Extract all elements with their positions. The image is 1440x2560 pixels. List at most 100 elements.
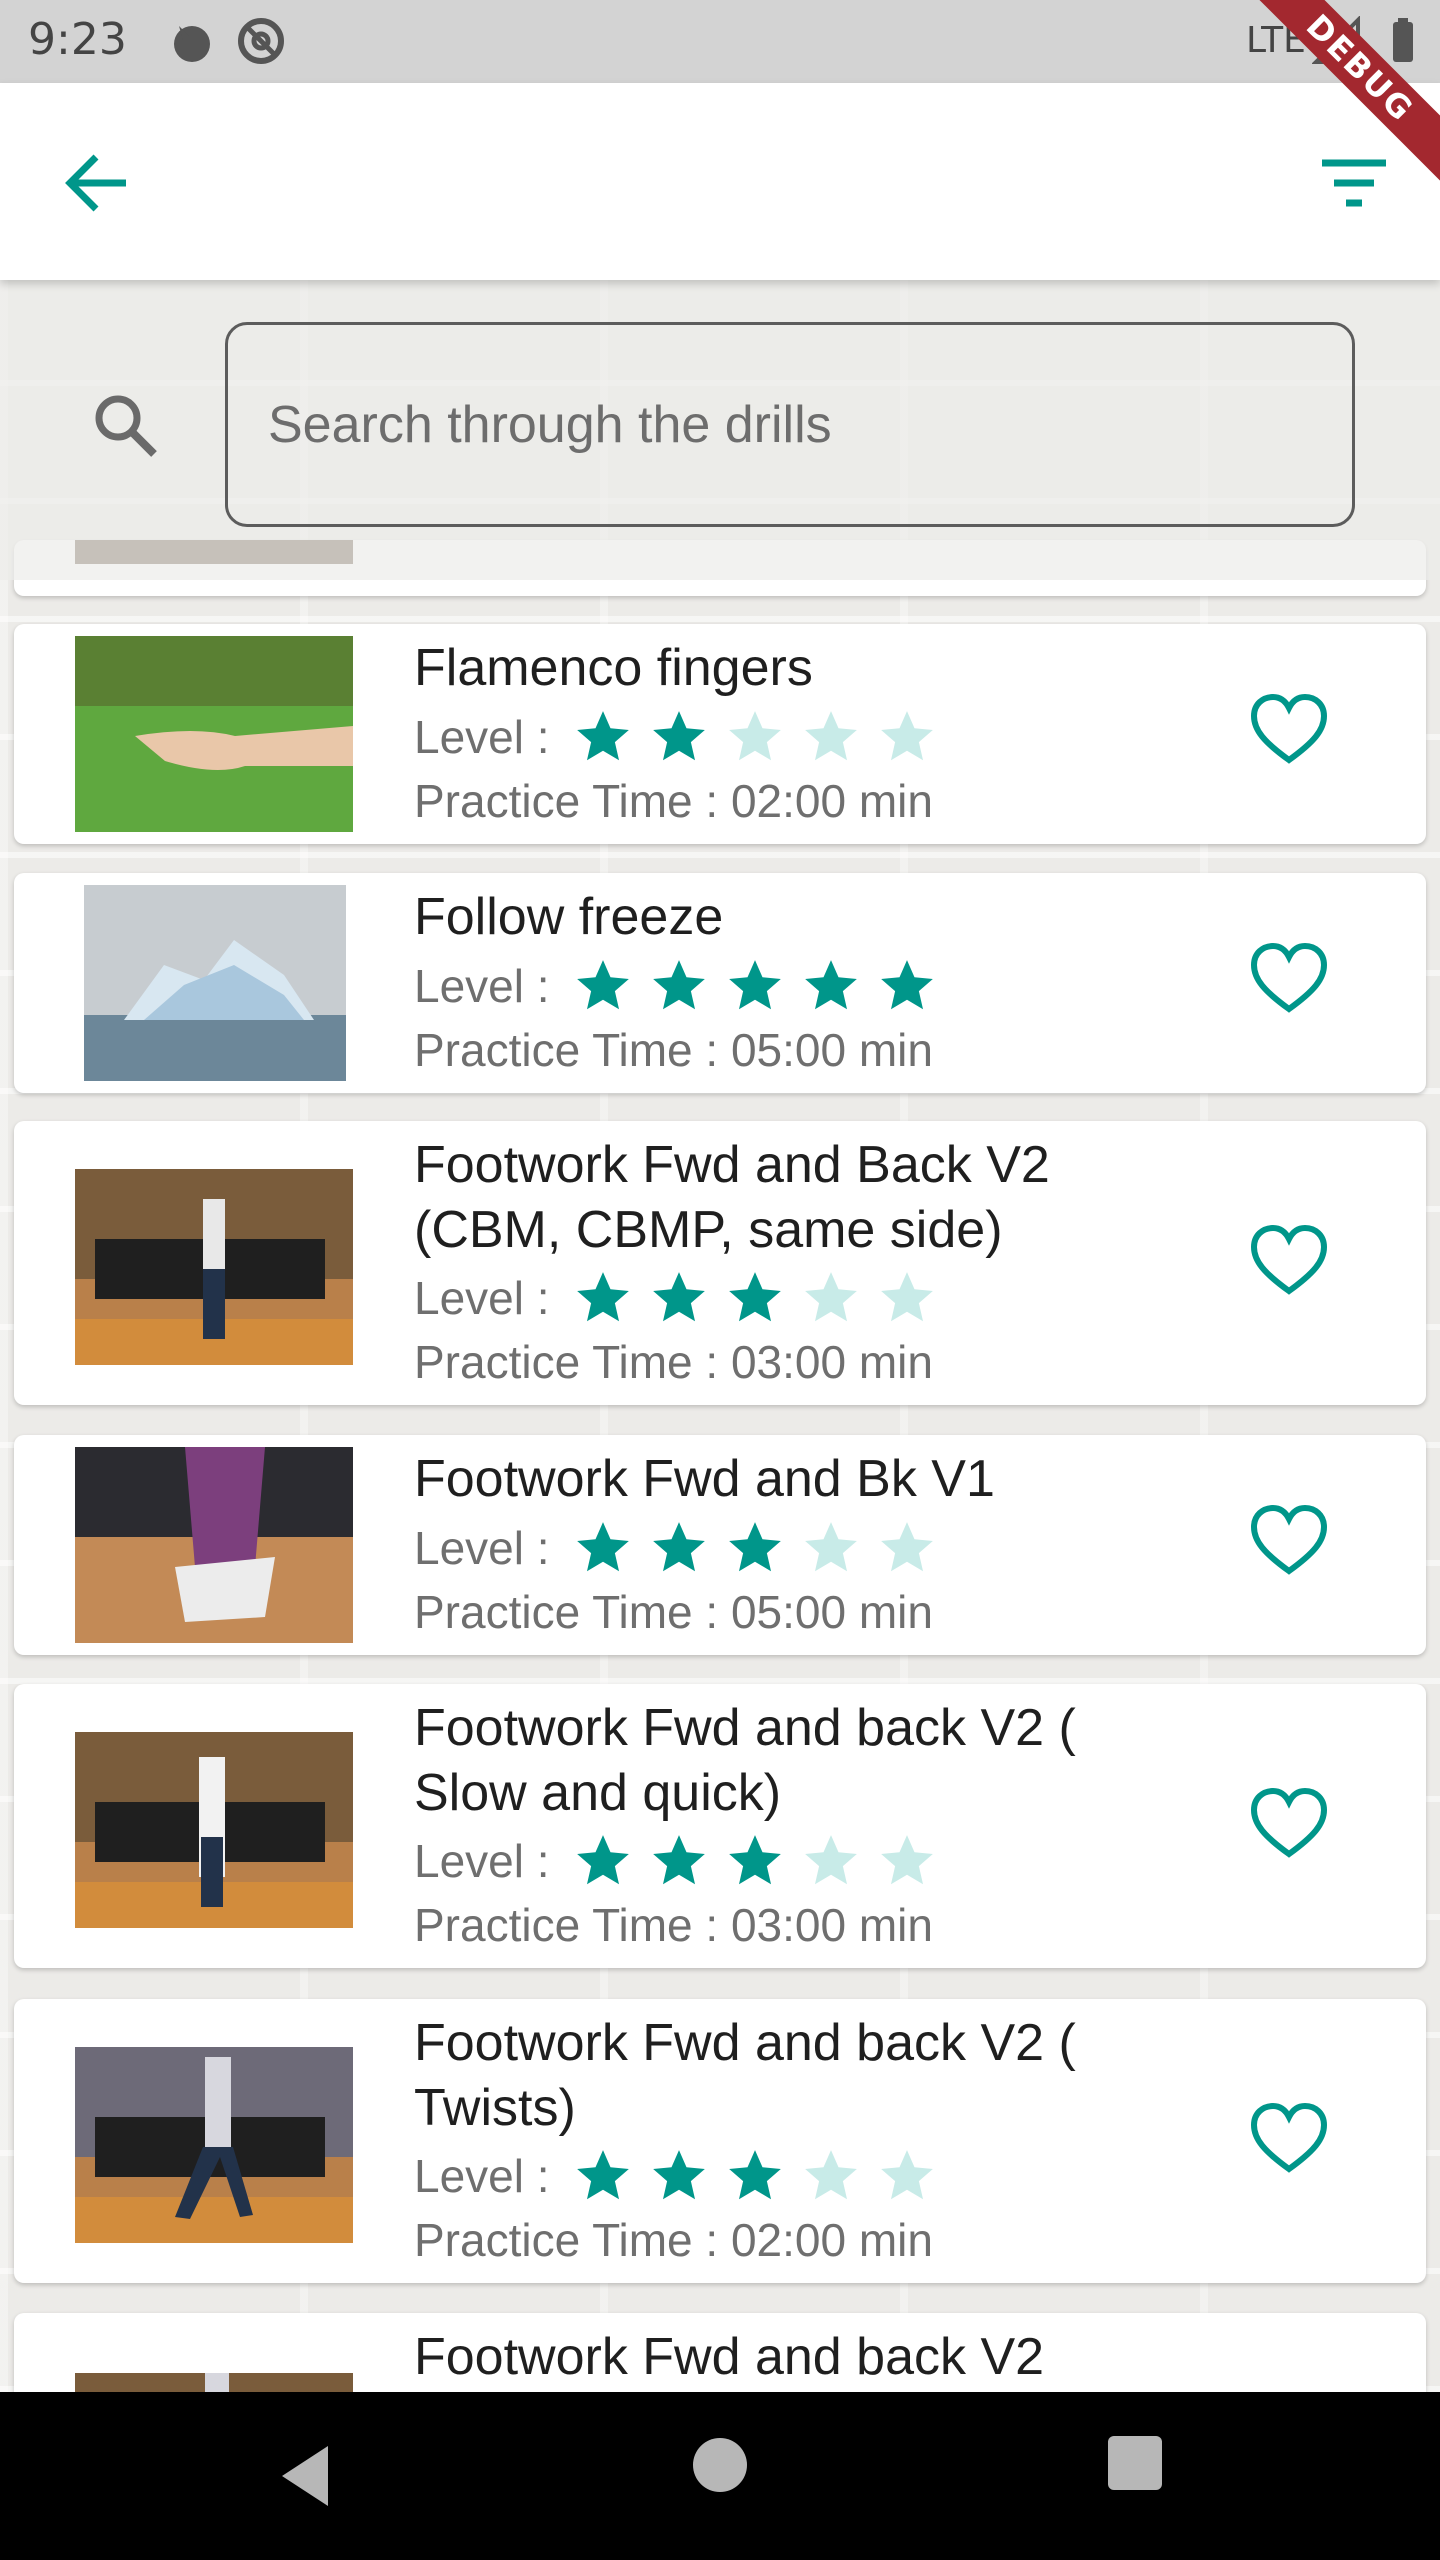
favorite-button[interactable]: [1246, 937, 1332, 1023]
at-sign-icon: [236, 16, 286, 66]
level-label: Level :: [414, 1272, 550, 1324]
nav-back-button[interactable]: [268, 2436, 348, 2516]
status-bar: 9:23 LTE DEBUG: [0, 0, 1440, 191]
search-field[interactable]: [225, 322, 1355, 527]
drill-thumbnail: [75, 2373, 353, 2392]
drill-card[interactable]: Footwork Fwd and back V2 ( Slow and quic…: [14, 1684, 1426, 1968]
star-filled-icon: [724, 1517, 786, 1579]
level-stars: [572, 955, 952, 1017]
star-filled-icon: [572, 2145, 634, 2207]
drill-practice-time: Practice Time : 05:00 min: [414, 1586, 933, 1638]
drill-practice-time: Practice Time : 02:00 min: [414, 775, 933, 827]
drill-card[interactable]: Footwork Fwd and Bk V1 Level : Practice …: [14, 1435, 1426, 1655]
drill-level: Level :: [414, 955, 952, 1017]
drill-practice-time: Practice Time : 02:00 min: [414, 2214, 933, 2266]
star-filled-icon: [572, 955, 634, 1017]
drill-thumbnail: [75, 1169, 353, 1365]
star-empty-icon: [800, 1517, 862, 1579]
star-filled-icon: [876, 955, 938, 1017]
drill-practice-time: Practice Time : 03:00 min: [414, 1336, 933, 1388]
level-stars: [572, 1517, 952, 1579]
drill-title: Footwork Fwd and back V2: [414, 2328, 1045, 2386]
favorite-button[interactable]: [1246, 1219, 1332, 1305]
drill-card[interactable]: Flamenco fingers Level : Practice Time :…: [14, 624, 1426, 844]
drill-list[interactable]: Flamenco fingers Level : Practice Time :…: [0, 280, 1440, 2392]
favorite-button[interactable]: [1246, 2097, 1332, 2183]
search-input[interactable]: [268, 325, 1308, 524]
system-nav-bar: [0, 2392, 1440, 2560]
star-empty-icon: [800, 706, 862, 768]
star-empty-icon: [876, 1267, 938, 1329]
heart-icon: [1250, 942, 1328, 1013]
star-empty-icon: [724, 706, 786, 768]
star-filled-icon: [648, 955, 710, 1017]
star-filled-icon: [648, 1517, 710, 1579]
filter-icon: [1322, 159, 1386, 207]
drill-level: Level :: [414, 1517, 952, 1579]
drill-title: Footwork Fwd and back V2 ( Slow and quic…: [414, 1699, 1076, 1822]
star-filled-icon: [648, 1830, 710, 1892]
star-filled-icon: [800, 955, 862, 1017]
star-empty-icon: [800, 2145, 862, 2207]
star-filled-icon: [648, 1267, 710, 1329]
triangle-back-icon: [282, 2446, 328, 2506]
favorite-button[interactable]: [1246, 1782, 1332, 1868]
back-button[interactable]: [56, 143, 136, 223]
drill-card[interactable]: Follow freeze Level : Practice Time : 05…: [14, 873, 1426, 1093]
level-stars: [572, 1830, 952, 1892]
arrow-left-icon: [65, 154, 126, 212]
star-filled-icon: [724, 955, 786, 1017]
favorite-button[interactable]: [1246, 688, 1332, 774]
star-empty-icon: [876, 2145, 938, 2207]
drill-thumbnail: [75, 1447, 353, 1643]
drill-practice-time: Practice Time : 05:00 min: [414, 1024, 933, 1076]
heart-icon: [1250, 1224, 1328, 1295]
drill-title: Footwork Fwd and Back V2 (CBM, CBMP, sam…: [414, 1136, 1050, 1259]
drill-card[interactable]: Footwork Fwd and back V2 ( Twists) Level…: [14, 1999, 1426, 2283]
star-filled-icon: [648, 706, 710, 768]
level-label: Level :: [414, 960, 550, 1012]
heart-icon: [1250, 2102, 1328, 2173]
star-empty-icon: [800, 1830, 862, 1892]
star-filled-icon: [724, 1830, 786, 1892]
level-label: Level :: [414, 1835, 550, 1887]
filter-button[interactable]: [1312, 143, 1396, 227]
drill-level: Level :: [414, 1830, 952, 1892]
star-filled-icon: [648, 2145, 710, 2207]
star-empty-icon: [876, 1830, 938, 1892]
status-time: 9:23: [28, 14, 127, 65]
heart-icon: [1250, 1787, 1328, 1858]
app-bar: [0, 83, 1440, 280]
drill-level: Level :: [414, 2145, 952, 2207]
favorite-button[interactable]: [1246, 1499, 1332, 1585]
heart-icon: [1250, 1504, 1328, 1575]
level-stars: [572, 2145, 952, 2207]
star-filled-icon: [572, 1830, 634, 1892]
notification-app-icon: [165, 16, 215, 66]
star-empty-icon: [876, 706, 938, 768]
nav-home-button[interactable]: [693, 2438, 747, 2492]
heart-icon: [1250, 693, 1328, 764]
drill-thumbnail: [75, 636, 353, 832]
search-icon: [88, 388, 164, 464]
drill-level: Level :: [414, 1267, 952, 1329]
drill-card[interactable]: Footwork Fwd and Back V2 (CBM, CBMP, sam…: [14, 1121, 1426, 1405]
drill-practice-time: Practice Time : 03:00 min: [414, 1899, 933, 1951]
drill-card[interactable]: Footwork Fwd and back V2: [14, 2313, 1426, 2392]
drill-thumbnail: [75, 1732, 353, 1928]
star-filled-icon: [572, 1517, 634, 1579]
level-label: Level :: [414, 1522, 550, 1574]
drill-title: Flamenco fingers: [414, 639, 813, 697]
star-empty-icon: [876, 1517, 938, 1579]
battery-icon: [1378, 16, 1428, 66]
drill-title: Footwork Fwd and back V2 ( Twists): [414, 2014, 1076, 2137]
search-bar-area: [0, 280, 1440, 580]
nav-recents-button[interactable]: [1108, 2436, 1162, 2490]
star-filled-icon: [572, 706, 634, 768]
level-label: Level :: [414, 2150, 550, 2202]
star-filled-icon: [724, 2145, 786, 2207]
level-stars: [572, 1267, 952, 1329]
drill-title: Footwork Fwd and Bk V1: [414, 1450, 995, 1508]
level-label: Level :: [414, 711, 550, 763]
drill-thumbnail: [84, 885, 346, 1081]
